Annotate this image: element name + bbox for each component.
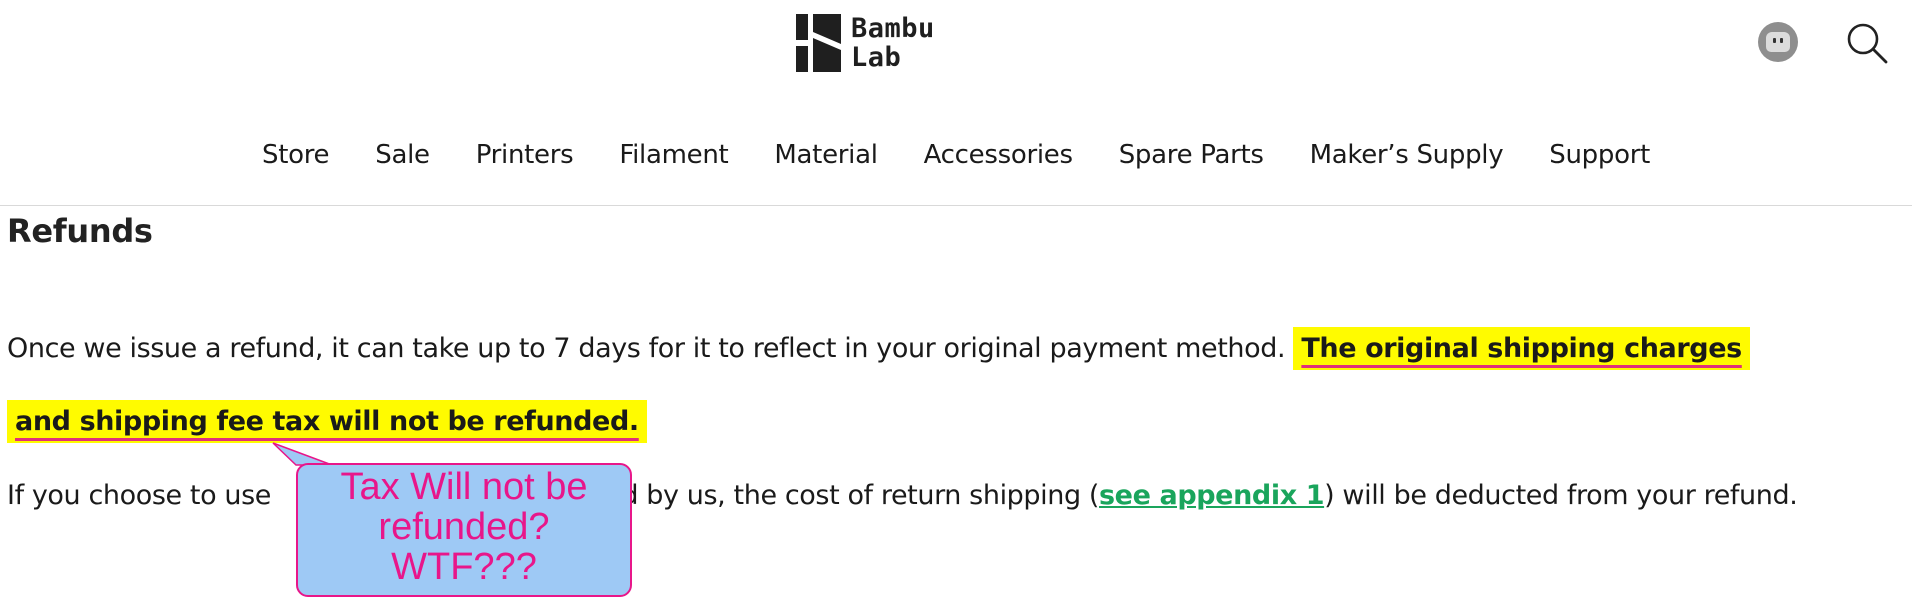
nav-item-makers-supply[interactable]: Maker’s Supply <box>1287 140 1527 170</box>
avatar-face <box>1766 32 1790 52</box>
nav-item-material[interactable]: Material <box>751 140 900 170</box>
nav-item-store[interactable]: Store <box>239 140 352 170</box>
nav-item-spare-parts[interactable]: Spare Parts <box>1096 140 1287 170</box>
refund-text: Once we issue a refund, it can take up t… <box>7 333 1294 364</box>
bambu-lab-logo[interactable]: Bambu Lab <box>796 14 935 72</box>
appendix-link[interactable]: see appendix 1 <box>1099 480 1324 511</box>
callout-line-2: refunded? <box>378 506 550 548</box>
refunds-section: Refunds Once we issue a refund, it can t… <box>7 212 1902 511</box>
site-header: Bambu Lab Store Sale Printers Filament M… <box>0 0 1912 206</box>
bambu-lab-logo-mark-icon <box>796 14 841 72</box>
callout-line-3: WTF??? <box>391 546 537 588</box>
return-text-end: ) will be deducted from your refund. <box>1324 480 1798 511</box>
page-title: Refunds <box>7 212 153 250</box>
page: Bambu Lab Store Sale Printers Filament M… <box>0 0 1912 601</box>
logo-wordmark: Bambu Lab <box>851 14 935 72</box>
logo-line-1: Bambu <box>851 13 935 44</box>
logo-line-2: Lab <box>851 42 902 73</box>
nav-item-filament[interactable]: Filament <box>596 140 751 170</box>
refund-paragraph-1: Once we issue a refund, it can take up t… <box>7 312 1897 458</box>
nav-item-accessories[interactable]: Accessories <box>901 140 1096 170</box>
nav-item-sale[interactable]: Sale <box>352 140 452 170</box>
annotation-callout: Tax Will not be refunded? WTF??? <box>296 463 632 597</box>
robot-avatar-icon[interactable] <box>1758 22 1798 62</box>
search-icon[interactable] <box>1844 20 1890 66</box>
highlighted-text-1: The original shipping charges <box>1293 327 1750 370</box>
return-text-start: If you choose to use <box>7 480 280 511</box>
main-nav: Store Sale Printers Filament Material Ac… <box>0 140 1912 170</box>
highlighted-text-2: and shipping fee tax will not be refunde… <box>7 400 647 443</box>
nav-item-support[interactable]: Support <box>1526 140 1673 170</box>
callout-line-1: Tax Will not be <box>340 466 588 508</box>
nav-item-printers[interactable]: Printers <box>453 140 597 170</box>
return-text-mid: ed by us, the cost of return shipping ( <box>605 480 1100 511</box>
